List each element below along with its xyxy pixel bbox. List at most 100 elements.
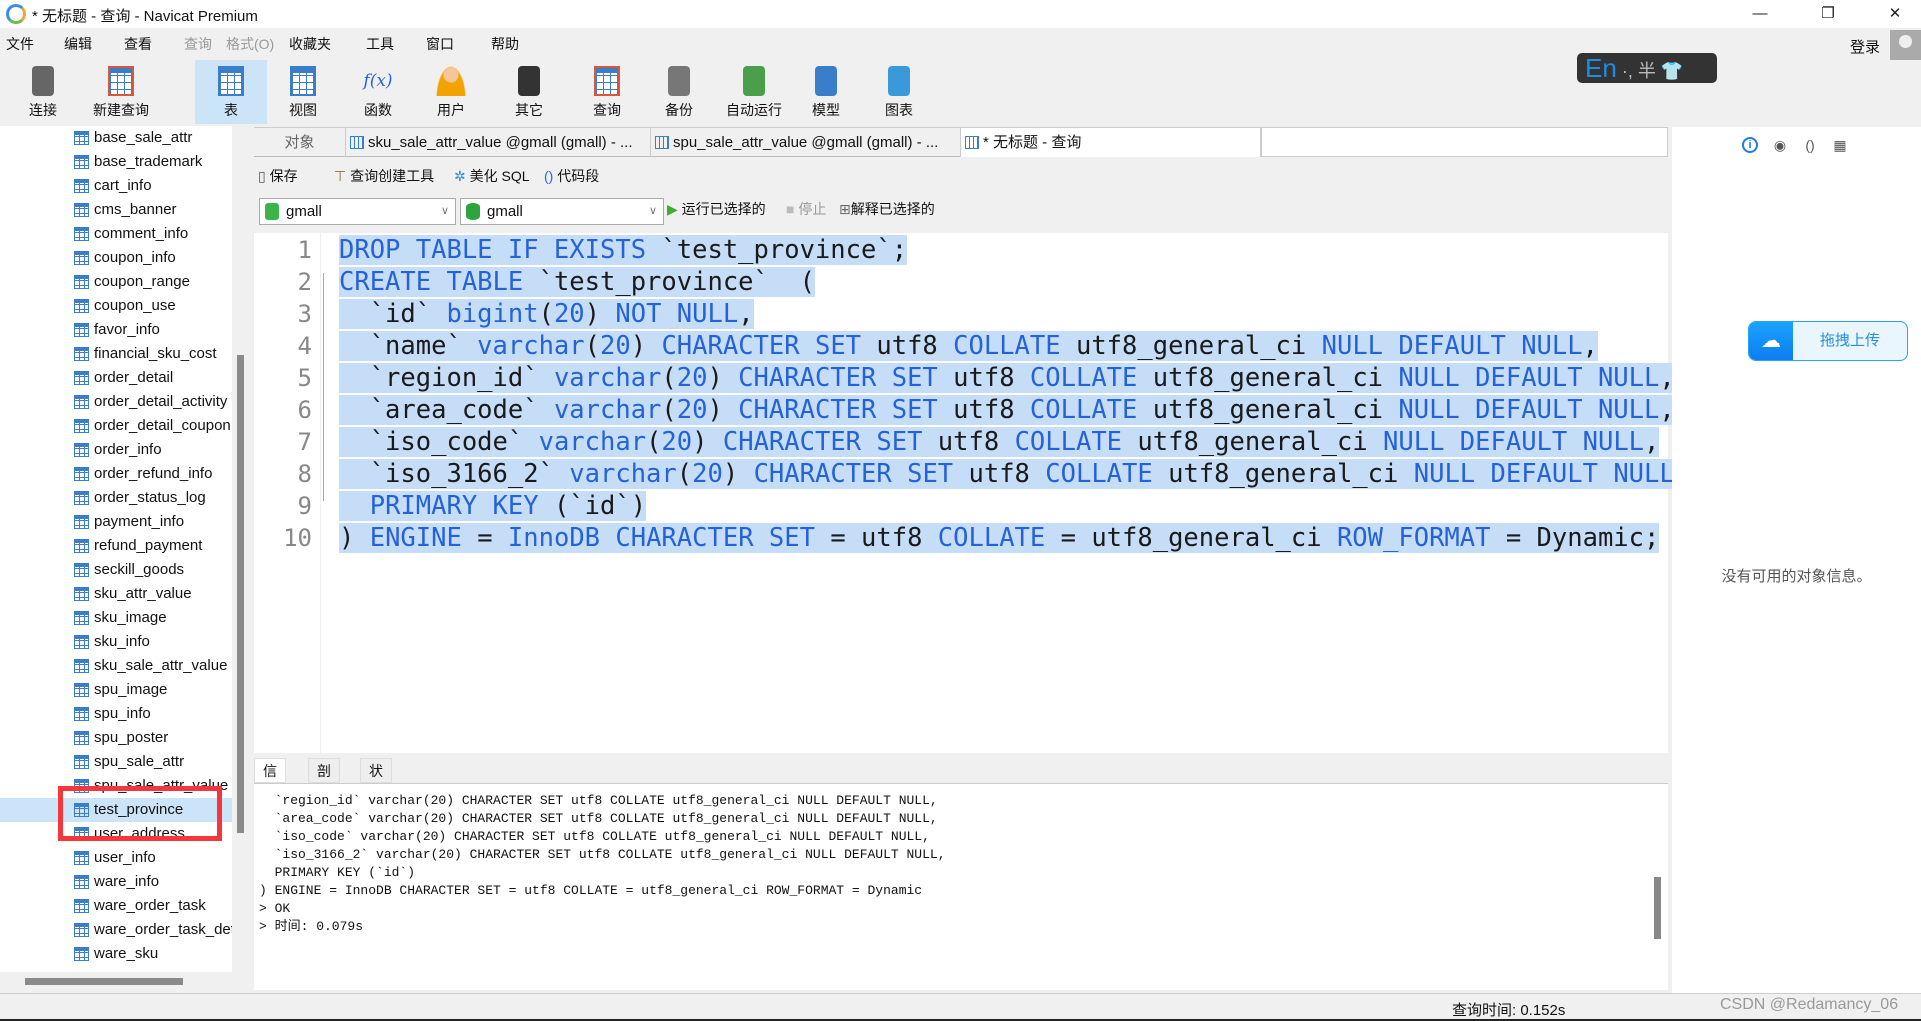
table-icon	[74, 875, 89, 889]
run-selected-button[interactable]: ▶ 运行已选择的	[667, 199, 766, 219]
tab-1[interactable]: sku_sale_attr_value @gmall (gmall) - ...	[346, 128, 651, 157]
tree-item-financial_sku_cost[interactable]: financial_sku_cost	[0, 342, 232, 366]
menu-格式(O)[interactable]: 格式(O)	[226, 34, 274, 54]
tree-item-ware_info[interactable]: ware_info	[0, 870, 232, 894]
toolbar-function-button[interactable]: f(x) 函数	[345, 60, 411, 124]
tree-item-spu_image[interactable]: spu_image	[0, 678, 232, 702]
toolbar-model-button[interactable]: 模型	[793, 60, 859, 124]
tree-item-seckill_goods[interactable]: seckill_goods	[0, 558, 232, 582]
sidebar-horizontal-scrollbar[interactable]	[25, 978, 183, 985]
tree-item-ware_sku[interactable]: ware_sku	[0, 942, 232, 966]
toolbar-table-button[interactable]: 表	[195, 60, 267, 124]
tree-item-coupon_range[interactable]: coupon_range	[0, 270, 232, 294]
menu-窗口[interactable]: 窗口	[426, 34, 454, 54]
toolbar-tools-button[interactable]: 其它	[496, 60, 562, 124]
sql-keyword: PRIMARY KEY	[369, 491, 554, 521]
tree-item-base_sale_attr[interactable]: base_sale_attr	[0, 126, 232, 150]
maximize-button[interactable]: ❐	[1805, 0, 1851, 28]
result-tab-1[interactable]: 剖析	[308, 758, 340, 804]
result-tab-2[interactable]: 状态	[360, 758, 392, 804]
menu-帮助[interactable]: 帮助	[491, 34, 519, 54]
tree-item-sku_sale_attr_value[interactable]: sku_sale_attr_value	[0, 654, 232, 678]
tree-item-payment_info[interactable]: payment_info	[0, 510, 232, 534]
snippet-label: 代码段	[557, 168, 600, 184]
tree-item-base_trademark[interactable]: base_trademark	[0, 150, 232, 174]
toolbar-chart-button[interactable]: 图表	[866, 60, 932, 124]
toolbar-new-query-button[interactable]: 新建查询	[86, 60, 156, 124]
menu-查询[interactable]: 查询	[184, 34, 212, 54]
tree-item-cart_info[interactable]: cart_info	[0, 174, 232, 198]
sql-keyword: COLLATE	[1029, 395, 1153, 425]
preview-eye-icon[interactable]: ◉	[1772, 137, 1788, 153]
close-button[interactable]: ✕	[1872, 0, 1918, 28]
tree-item-refund_payment[interactable]: refund_payment	[0, 534, 232, 558]
database-select[interactable]: gmall ∨	[460, 198, 664, 225]
watermark: CSDN @Redamancy_06	[1720, 996, 1899, 1013]
info-icon[interactable]: i	[1742, 137, 1758, 153]
menu-文件[interactable]: 文件	[6, 34, 34, 54]
tree-item-user_info[interactable]: user_info	[0, 846, 232, 870]
menu-编辑[interactable]: 编辑	[64, 34, 92, 54]
tree-item-spu_info[interactable]: spu_info	[0, 702, 232, 726]
code-snippet-button[interactable]: () 代码段	[544, 166, 599, 186]
tree-item-coupon_info[interactable]: coupon_info	[0, 246, 232, 270]
toolbar-backup-button[interactable]: 备份	[646, 60, 712, 124]
avatar[interactable]	[1890, 30, 1921, 60]
tab-2[interactable]: spu_sale_attr_value @gmall (gmall) - ...	[651, 128, 961, 157]
tree-item-spu_sale_attr[interactable]: spu_sale_attr	[0, 750, 232, 774]
tree-item-label: user_info	[94, 849, 156, 866]
toolbar-user-button[interactable]: 用户	[418, 60, 484, 124]
sql-text: utf8	[937, 427, 1015, 457]
tree-item-sku_info[interactable]: sku_info	[0, 630, 232, 654]
tree-item-order_info[interactable]: order_info	[0, 438, 232, 462]
save-button[interactable]: ▯ 保存	[258, 166, 298, 186]
tree-item-favor_info[interactable]: favor_info	[0, 318, 232, 342]
output-scrollbar[interactable]	[1654, 877, 1661, 939]
toolbar-label: 模型	[812, 102, 840, 118]
tree-item-spu_poster[interactable]: spu_poster	[0, 726, 232, 750]
minimize-button[interactable]: —	[1737, 0, 1783, 28]
toolbar-user-icon	[436, 66, 466, 96]
tree-item-order_detail[interactable]: order_detail	[0, 366, 232, 390]
ddl-brackets-icon[interactable]: ()	[1802, 137, 1818, 153]
connection-select[interactable]: gmall ∨	[259, 198, 456, 225]
drag-upload-button[interactable]: ☁ 拖拽上传	[1748, 321, 1908, 361]
menu-收藏夹[interactable]: 收藏夹	[289, 34, 331, 54]
menu-工具[interactable]: 工具	[366, 34, 394, 54]
tree-item-order_refund_info[interactable]: order_refund_info	[0, 462, 232, 486]
ime-indicator[interactable]: En ·, 半 👕	[1577, 53, 1717, 83]
login-link[interactable]: 登录	[1850, 36, 1880, 57]
stop-button[interactable]: ■ 停止	[786, 199, 826, 219]
toolbar-view-button[interactable]: 视图	[270, 60, 336, 124]
menu-查看[interactable]: 查看	[124, 34, 152, 54]
tree-item-ware_order_task_detail[interactable]: ware_order_task_detail	[0, 918, 232, 942]
sql-editor[interactable]: 1 2 3 4 5 6 7 8 9 10 DROP TABLE IF EXISTS `test_p…	[254, 233, 1691, 753]
sql-text: `test_province` (	[538, 267, 815, 297]
grid-layout-icon[interactable]: ▦	[1832, 137, 1848, 153]
tree-item-sku_attr_value[interactable]: sku_attr_value	[0, 582, 232, 606]
tree-item-order_status_log[interactable]: order_status_log	[0, 486, 232, 510]
tree-item-label: ware_order_task_detail	[94, 921, 232, 938]
tree-item-comment_info[interactable]: comment_info	[0, 222, 232, 246]
tree-item-order_detail_coupon[interactable]: order_detail_coupon	[0, 414, 232, 438]
tree-item-cms_banner[interactable]: cms_banner	[0, 198, 232, 222]
tree-item-label: refund_payment	[94, 537, 203, 554]
toolbar-query-button[interactable]: 查询	[574, 60, 640, 124]
tree-item-order_detail_activity[interactable]: order_detail_activity	[0, 390, 232, 414]
tab-0[interactable]: 对象	[254, 128, 346, 157]
beautify-sql-button[interactable]: ✲ 美化 SQL	[454, 166, 530, 186]
toolbar-schedule-button[interactable]: 自动运行	[716, 60, 792, 124]
tab-3[interactable]: * 无标题 - 查询	[961, 128, 1261, 157]
result-tab-0[interactable]: 信息	[254, 758, 286, 804]
tree-item-ware_order_task[interactable]: ware_order_task	[0, 894, 232, 918]
run-label: 运行已选择的	[681, 201, 766, 217]
explain-selected-button[interactable]: ⊞解释已选择的	[839, 199, 935, 219]
fold-marker[interactable]	[323, 273, 333, 501]
tree-item-sku_image[interactable]: sku_image	[0, 606, 232, 630]
sql-text: `id`	[339, 299, 447, 329]
tree-item-coupon_use[interactable]: coupon_use	[0, 294, 232, 318]
query-builder-button[interactable]: ⊤ 查询创建工具	[334, 166, 434, 186]
toolbar-plug-button[interactable]: 连接	[20, 60, 66, 124]
sidebar-vertical-scrollbar[interactable]	[237, 355, 244, 833]
tree-item-label: cart_info	[94, 177, 152, 194]
